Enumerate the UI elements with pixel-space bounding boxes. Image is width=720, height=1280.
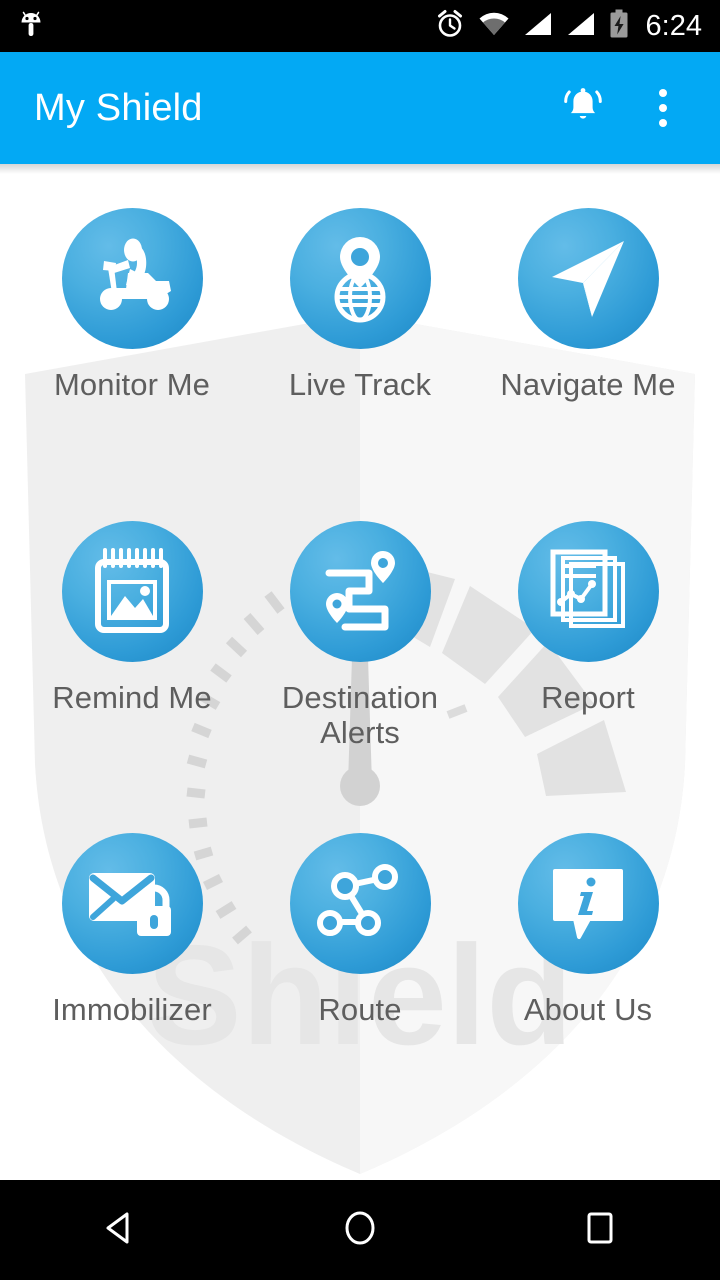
status-bar-right: 6:24 — [435, 9, 702, 44]
overflow-menu-button[interactable] — [636, 81, 690, 135]
grid-item-label: Destination Alerts — [281, 679, 439, 751]
grid-item-label: Live Track — [288, 367, 432, 402]
overflow-dot-3 — [659, 119, 667, 127]
signal-bars-icon-1 — [523, 11, 553, 42]
grid-item-destination-alerts[interactable]: Destination Alerts — [246, 507, 474, 820]
main-content: Shield Monitor Me Live Track Navigate Me… — [0, 164, 720, 1180]
app-bar-actions — [556, 81, 698, 135]
grid-item-about-us[interactable]: About Us — [474, 819, 702, 1132]
route-pins-icon — [289, 520, 431, 662]
node-graph-icon — [289, 833, 431, 975]
alarm-clock-icon — [435, 9, 465, 44]
documents-chart-icon — [517, 520, 659, 662]
grid-item-label: Route — [318, 992, 402, 1028]
overflow-dot-2 — [659, 104, 667, 112]
grid-item-monitor-me[interactable]: Monitor Me — [18, 194, 246, 507]
grid-item-navigate-me[interactable]: Navigate Me — [474, 194, 702, 507]
info-bubble-icon — [517, 833, 659, 975]
wifi-icon — [478, 11, 510, 42]
grid-item-label: Immobilizer — [52, 992, 212, 1028]
android-head-icon — [18, 9, 44, 44]
pin-over-globe-icon — [289, 208, 431, 349]
status-bar-left — [18, 9, 44, 44]
grid-item-route[interactable]: Route — [246, 819, 474, 1132]
notepad-photo-icon — [61, 520, 203, 662]
grid-item-label: Monitor Me — [53, 367, 211, 402]
battery-charging-icon — [609, 9, 629, 44]
home-circle-icon — [340, 1208, 380, 1253]
nav-recents-button[interactable] — [540, 1180, 660, 1280]
navigation-arrow-icon — [517, 208, 659, 349]
status-time: 6:24 — [645, 9, 702, 42]
grid-item-immobilizer[interactable]: Immobilizer — [18, 819, 246, 1132]
grid-item-live-track[interactable]: Live Track — [246, 194, 474, 507]
recents-square-icon — [580, 1208, 620, 1253]
back-triangle-icon — [100, 1208, 140, 1253]
overflow-dot-1 — [659, 89, 667, 97]
app-screen: 6:24 My Shield Shield Monitor Me Live Tr… — [0, 0, 720, 1280]
grid-item-label: Remind Me — [52, 679, 212, 715]
feature-grid: Monitor Me Live Track Navigate Me Remind… — [0, 164, 720, 1180]
app-title: My Shield — [34, 87, 203, 129]
app-bar: My Shield — [0, 52, 720, 164]
grid-item-remind-me[interactable]: Remind Me — [18, 507, 246, 820]
nav-home-button[interactable] — [300, 1180, 420, 1280]
grid-item-label: Report — [541, 679, 635, 715]
system-navigation-bar — [0, 1180, 720, 1280]
nav-back-button[interactable] — [60, 1180, 180, 1280]
status-bar: 6:24 — [0, 0, 720, 52]
envelope-lock-icon — [61, 833, 203, 975]
notification-bell-button[interactable] — [556, 81, 610, 135]
grid-item-label: About Us — [523, 992, 653, 1028]
signal-bars-icon-2 — [566, 11, 596, 42]
scooter-rider-icon — [61, 208, 203, 349]
notification-bell-icon — [560, 83, 606, 134]
grid-item-report[interactable]: Report — [474, 507, 702, 820]
grid-item-label: Navigate Me — [500, 367, 676, 402]
